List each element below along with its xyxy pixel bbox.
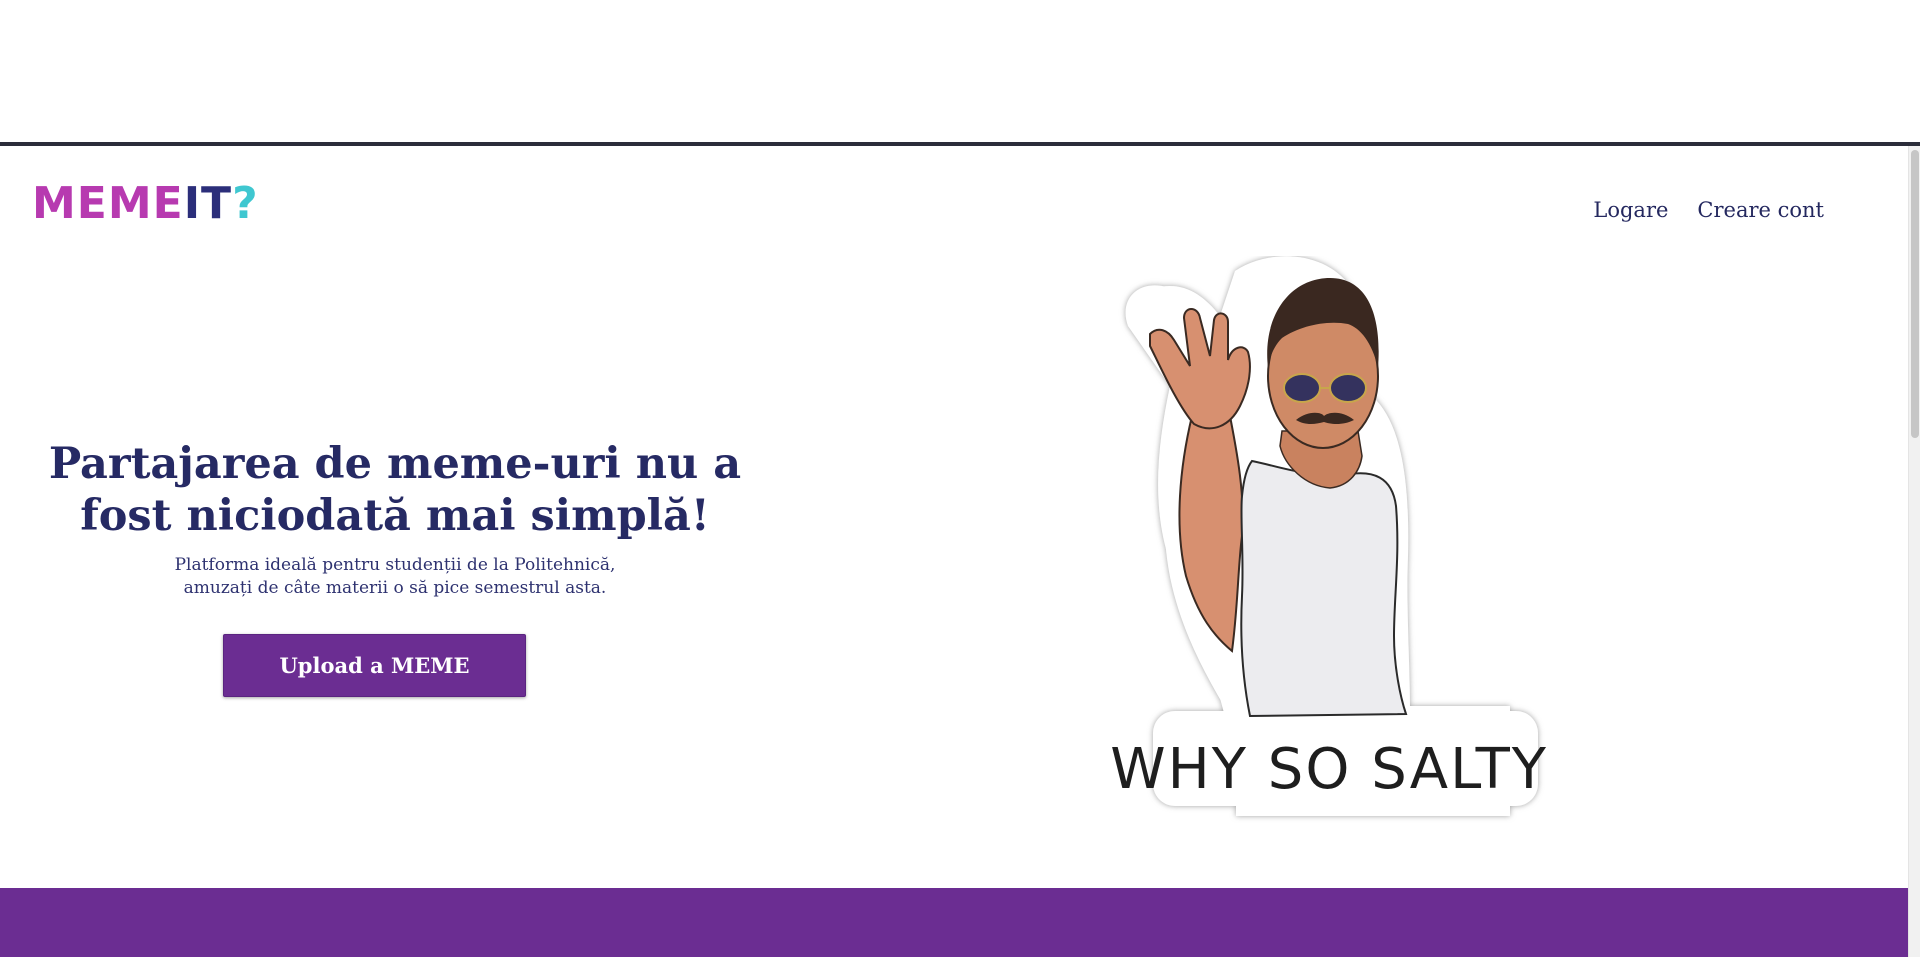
logo-part-question: ? bbox=[232, 178, 259, 229]
sticker-caption: WHY SO SALTY? bbox=[1110, 737, 1550, 802]
footer-band bbox=[0, 888, 1908, 957]
upload-meme-button[interactable]: Upload a MEME bbox=[223, 634, 526, 697]
hero-section: Partajarea de meme-uri nu a fost nicioda… bbox=[30, 438, 760, 600]
hero-subtitle-line-1: Platforma ideală pentru studenții de la … bbox=[174, 555, 616, 575]
main-nav: Logare Creare cont bbox=[1593, 198, 1824, 222]
nav-login-link[interactable]: Logare bbox=[1593, 198, 1668, 222]
browser-top-area bbox=[0, 0, 1920, 142]
page-viewport: MEME IT ? Logare Creare cont Partajarea … bbox=[0, 146, 1920, 957]
hero-subtitle-line-2: amuzați de câte materii o să pice semest… bbox=[183, 578, 607, 598]
logo-part-it: IT bbox=[183, 178, 233, 229]
nav-signup-link[interactable]: Creare cont bbox=[1697, 198, 1824, 222]
logo-part-meme: MEME bbox=[32, 178, 184, 229]
vertical-scrollbar[interactable] bbox=[1908, 146, 1920, 957]
scrollbar-thumb[interactable] bbox=[1911, 150, 1919, 438]
hero-title: Partajarea de meme-uri nu a fost nicioda… bbox=[48, 439, 742, 541]
hero-subtitle: Platforma ideală pentru studenții de la … bbox=[145, 554, 645, 600]
site-logo[interactable]: MEME IT ? bbox=[32, 182, 259, 226]
salt-bae-sticker-image: WHY SO SALTY? bbox=[1110, 256, 1550, 817]
